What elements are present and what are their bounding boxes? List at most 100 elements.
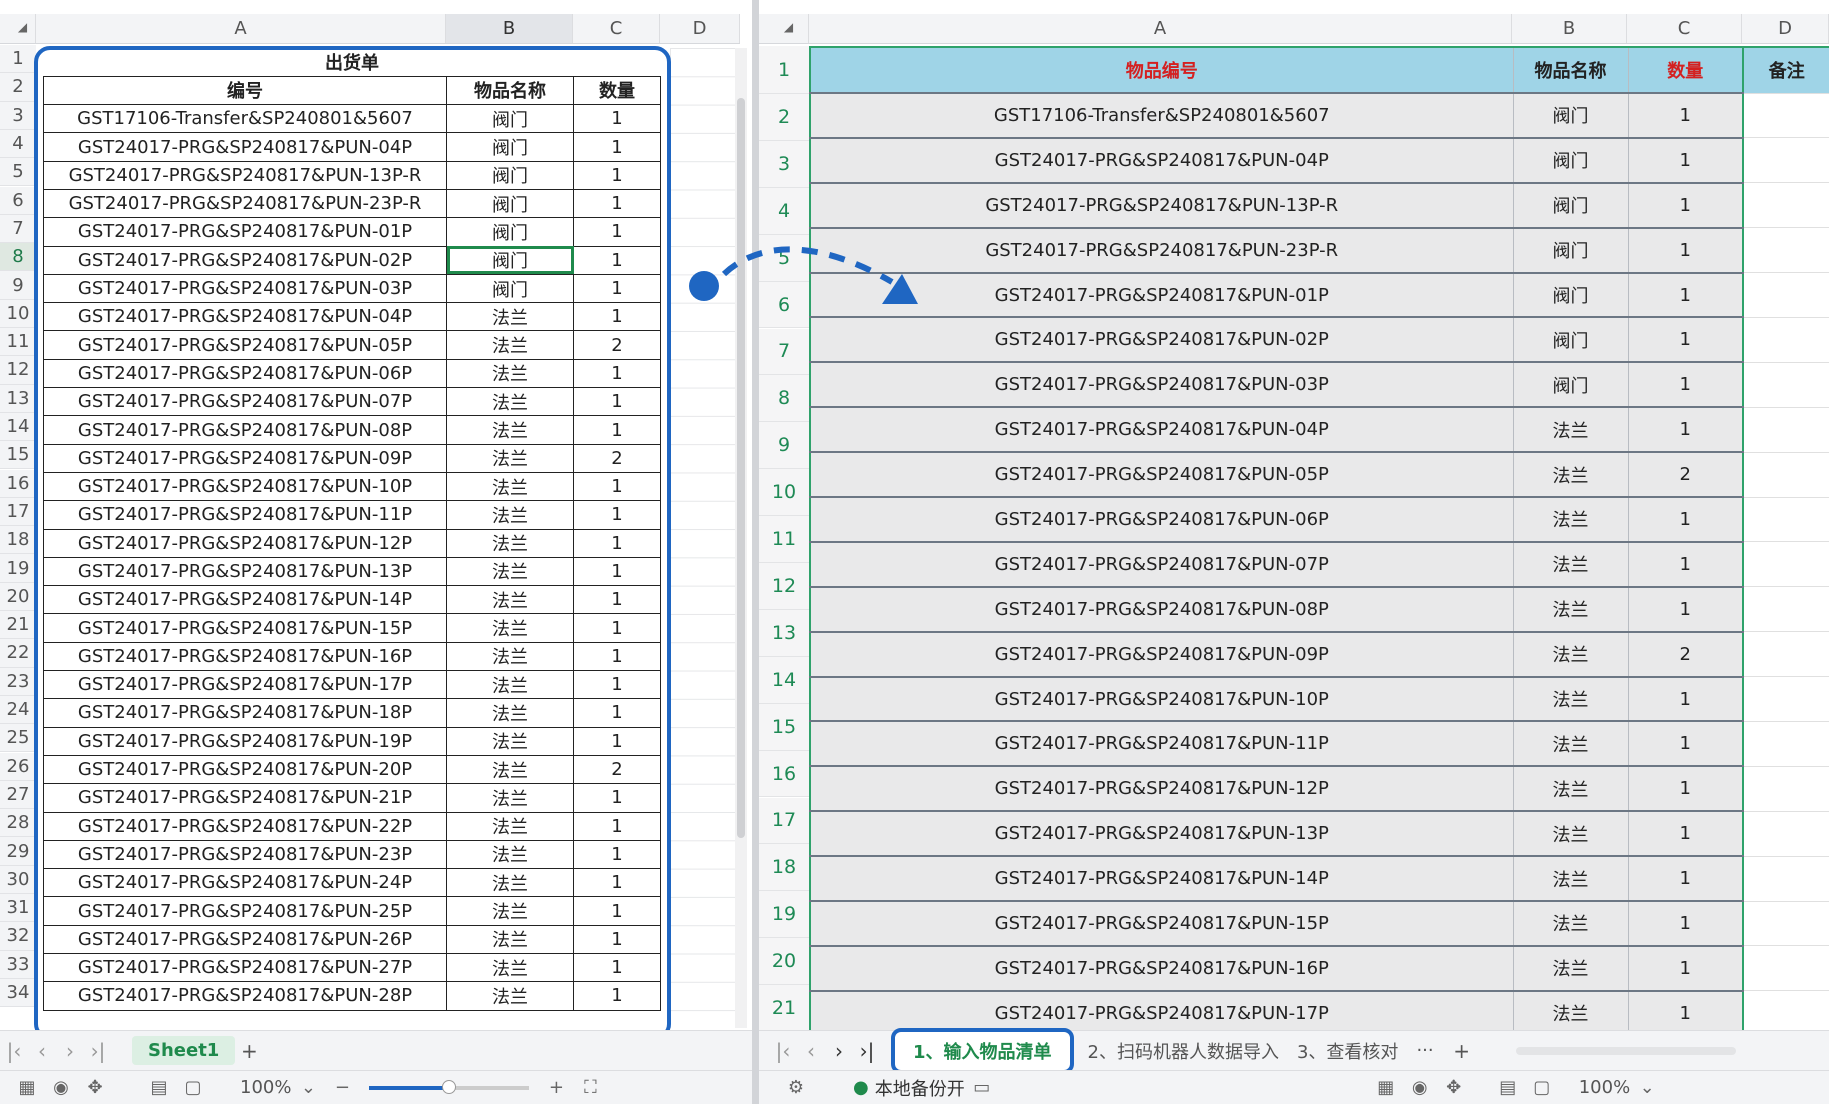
row-header[interactable]: 24 bbox=[0, 695, 36, 725]
col-header-c[interactable]: C bbox=[573, 14, 660, 43]
item-name-cell[interactable]: 法兰 bbox=[446, 302, 574, 332]
right-grid-view-icon[interactable]: ▦ bbox=[1369, 1077, 1403, 1098]
right-normal-view-icon[interactable]: ▤ bbox=[1491, 1077, 1525, 1098]
col-header-d[interactable]: D bbox=[660, 14, 740, 43]
item-name-cell[interactable]: 法兰 bbox=[446, 754, 574, 785]
right-item-code-cell[interactable]: GST24017-PRG&SP240817&PUN-16P bbox=[809, 945, 1514, 992]
right-note-cell[interactable] bbox=[1742, 137, 1829, 184]
right-item-name-cell[interactable]: 法兰 bbox=[1513, 901, 1629, 947]
row-header[interactable]: 11 bbox=[0, 328, 36, 357]
item-code-cell[interactable]: GST24017-PRG&SP240817&PUN-06P bbox=[43, 358, 447, 389]
row-header[interactable]: 34 bbox=[0, 978, 36, 1008]
right-row-header[interactable]: 13 bbox=[759, 609, 809, 657]
left-empty-column-d[interactable] bbox=[670, 48, 740, 1028]
row-header[interactable]: 12 bbox=[0, 356, 36, 385]
right-header-cell[interactable]: 物品编号 bbox=[809, 46, 1514, 94]
item-code-cell[interactable]: GST24017-PRG&SP240817&PUN-15P bbox=[43, 613, 447, 643]
item-code-cell[interactable]: GST24017-PRG&SP240817&PUN-04P bbox=[43, 132, 447, 162]
right-zoom-dropdown-icon[interactable]: ⌄ bbox=[1630, 1077, 1664, 1098]
quantity-cell[interactable]: 1 bbox=[573, 726, 661, 756]
quantity-cell[interactable]: 2 bbox=[573, 443, 661, 473]
quantity-cell[interactable]: 1 bbox=[573, 896, 661, 926]
row-header[interactable]: 26 bbox=[0, 752, 36, 781]
item-code-cell[interactable]: GST24017-PRG&SP240817&PUN-10P bbox=[43, 471, 447, 502]
row-header[interactable]: 5 bbox=[0, 158, 36, 187]
item-name-cell[interactable]: 法兰 bbox=[446, 613, 574, 643]
header-cell[interactable]: 物品名称 bbox=[446, 75, 574, 106]
quantity-cell[interactable]: 1 bbox=[573, 868, 661, 898]
right-protect-icon[interactable]: ✥ bbox=[1437, 1077, 1471, 1098]
right-row-header[interactable]: 8 bbox=[759, 375, 809, 423]
right-item-code-cell[interactable]: GST24017-PRG&SP240817&PUN-12P bbox=[809, 766, 1514, 813]
row-header[interactable]: 22 bbox=[0, 639, 36, 668]
quantity-cell[interactable]: 1 bbox=[573, 104, 661, 134]
right-quantity-cell[interactable]: 1 bbox=[1628, 227, 1744, 274]
right-next-sheet-icon[interactable]: › bbox=[825, 1039, 853, 1063]
row-header[interactable]: 29 bbox=[0, 837, 36, 866]
item-code-cell[interactable]: GST24017-PRG&SP240817&PUN-20P bbox=[43, 754, 447, 785]
right-note-cell[interactable] bbox=[1742, 497, 1829, 543]
quantity-cell[interactable]: 1 bbox=[573, 924, 661, 955]
right-item-code-cell[interactable]: GST24017-PRG&SP240817&PUN-13P bbox=[809, 811, 1514, 858]
next-sheet-icon[interactable]: › bbox=[56, 1039, 84, 1063]
right-last-sheet-icon[interactable]: ›| bbox=[853, 1039, 881, 1063]
quantity-cell[interactable]: 1 bbox=[573, 698, 661, 728]
item-code-cell[interactable]: GST24017-PRG&SP240817&PUN-01P bbox=[43, 217, 447, 247]
item-name-cell[interactable]: 法兰 bbox=[446, 981, 574, 1011]
right-item-code-cell[interactable]: GST24017-PRG&SP240817&PUN-14P bbox=[809, 856, 1514, 903]
right-header-cell[interactable]: 备注 bbox=[1742, 46, 1829, 94]
quantity-cell[interactable]: 1 bbox=[573, 641, 661, 672]
item-name-cell[interactable]: 法兰 bbox=[446, 698, 574, 728]
right-zoom-level[interactable]: 100% bbox=[1579, 1077, 1630, 1098]
right-note-cell[interactable] bbox=[1742, 407, 1829, 453]
quantity-cell[interactable]: 1 bbox=[573, 556, 661, 587]
right-item-code-cell[interactable]: GST24017-PRG&SP240817&PUN-05P bbox=[809, 452, 1514, 499]
right-quantity-cell[interactable]: 1 bbox=[1628, 676, 1744, 723]
header-cell[interactable]: 编号 bbox=[43, 75, 447, 106]
right-item-name-cell[interactable]: 法兰 bbox=[1513, 676, 1629, 723]
right-quantity-cell[interactable]: 1 bbox=[1628, 362, 1744, 409]
item-code-cell[interactable]: GST24017-PRG&SP240817&PUN-27P bbox=[43, 952, 447, 983]
left-vertical-scrollbar[interactable] bbox=[735, 48, 747, 1028]
right-add-sheet-icon[interactable]: + bbox=[1448, 1039, 1476, 1063]
right-quantity-cell[interactable]: 1 bbox=[1628, 990, 1744, 1037]
right-item-name-cell[interactable]: 阀门 bbox=[1513, 227, 1629, 274]
item-code-cell[interactable]: GST24017-PRG&SP240817&PUN-13P-R bbox=[43, 160, 447, 190]
right-col-header-d[interactable]: D bbox=[1742, 14, 1829, 43]
right-row-header[interactable]: 21 bbox=[759, 985, 809, 1032]
quantity-cell[interactable]: 1 bbox=[573, 160, 661, 190]
row-header[interactable]: 1 bbox=[0, 45, 36, 74]
item-code-cell[interactable]: GST24017-PRG&SP240817&PUN-18P bbox=[43, 698, 447, 728]
right-row-header[interactable]: 15 bbox=[759, 703, 809, 751]
row-header[interactable]: 19 bbox=[0, 554, 36, 583]
right-item-name-cell[interactable]: 法兰 bbox=[1513, 721, 1629, 768]
right-note-cell[interactable] bbox=[1742, 766, 1829, 812]
right-note-cell[interactable] bbox=[1742, 93, 1829, 139]
row-header[interactable]: 33 bbox=[0, 950, 36, 979]
item-name-cell[interactable]: 法兰 bbox=[446, 415, 574, 445]
right-col-header-c[interactable]: C bbox=[1627, 14, 1742, 43]
quantity-cell[interactable]: 1 bbox=[573, 188, 661, 219]
row-header[interactable]: 18 bbox=[0, 526, 36, 555]
right-row-header[interactable]: 1 bbox=[759, 46, 809, 94]
item-code-cell[interactable]: GST24017-PRG&SP240817&PUN-04P bbox=[43, 302, 447, 332]
sheet-tab-input-list[interactable]: 1、输入物品清单 bbox=[891, 1027, 1074, 1074]
right-note-cell[interactable] bbox=[1742, 317, 1829, 363]
quantity-cell[interactable]: 1 bbox=[573, 981, 661, 1011]
row-header[interactable]: 20 bbox=[0, 582, 36, 611]
right-item-name-cell[interactable]: 阀门 bbox=[1513, 137, 1629, 184]
sheet-title[interactable]: 出货单 bbox=[43, 48, 661, 77]
right-item-name-cell[interactable]: 法兰 bbox=[1513, 497, 1629, 543]
right-page-view-icon[interactable]: ▢ bbox=[1525, 1077, 1559, 1098]
item-name-cell[interactable]: 法兰 bbox=[446, 358, 574, 389]
right-quantity-cell[interactable]: 1 bbox=[1628, 497, 1744, 543]
right-item-name-cell[interactable]: 法兰 bbox=[1513, 631, 1629, 678]
right-quantity-cell[interactable]: 1 bbox=[1628, 766, 1744, 813]
right-quantity-cell[interactable]: 1 bbox=[1628, 811, 1744, 858]
right-item-name-cell[interactable]: 阀门 bbox=[1513, 93, 1629, 139]
row-header[interactable]: 2 bbox=[0, 73, 36, 102]
right-note-cell[interactable] bbox=[1742, 541, 1829, 588]
row-header[interactable]: 13 bbox=[0, 384, 36, 413]
row-header[interactable]: 30 bbox=[0, 865, 36, 894]
col-header-a[interactable]: A bbox=[36, 14, 446, 43]
